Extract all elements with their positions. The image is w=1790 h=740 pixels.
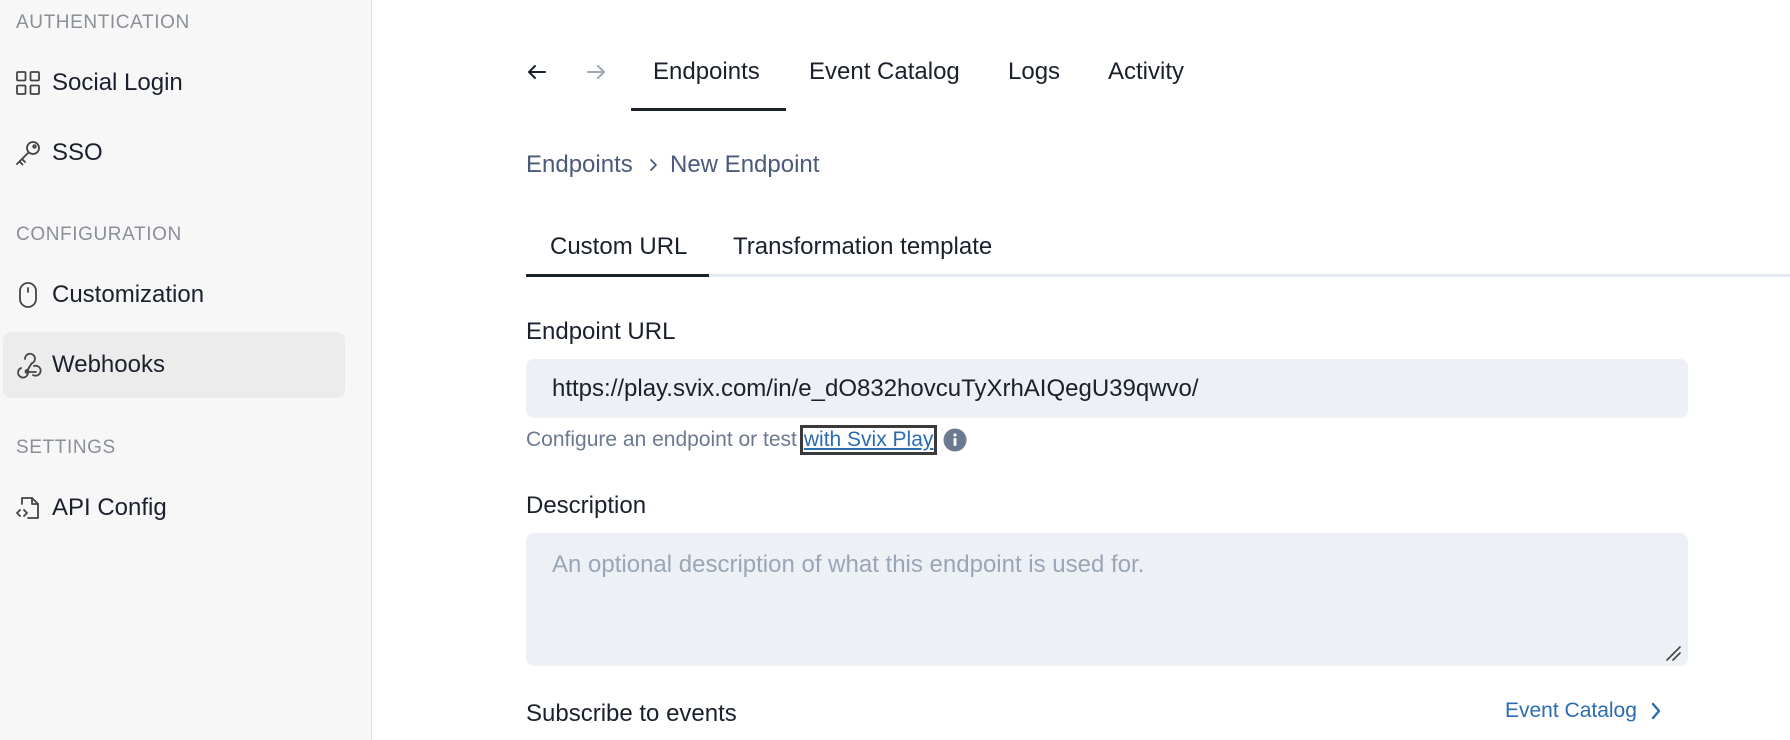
arrow-left-icon: [525, 60, 549, 89]
tab-activity[interactable]: Activity: [1108, 58, 1184, 86]
event-catalog-link[interactable]: Event Catalog: [1505, 699, 1663, 723]
sidebar-item-webhooks[interactable]: Webhooks: [3, 332, 345, 398]
sidebar: AUTHENTICATION Social Login SSO CONFIGUR…: [0, 0, 372, 740]
sidebar-item-api-config[interactable]: API Config: [3, 475, 345, 541]
sidebar-item-label: API Config: [52, 494, 167, 521]
subtab-custom-url[interactable]: Custom URL: [550, 233, 687, 261]
section-label-settings: SETTINGS: [16, 437, 116, 458]
grid-icon: [13, 68, 43, 98]
chevron-right-icon: [1649, 700, 1663, 722]
endpoint-help-text: Configure an endpoint or test with Svix …: [526, 425, 967, 455]
tab-event-catalog[interactable]: Event Catalog: [809, 58, 960, 86]
tab-endpoints[interactable]: Endpoints: [653, 58, 760, 86]
event-catalog-link-label: Event Catalog: [1505, 699, 1637, 722]
active-subtab-indicator: [526, 274, 709, 277]
back-button[interactable]: [519, 56, 555, 92]
subtabs-divider: [526, 274, 1790, 277]
help-text: Configure an endpoint or test: [526, 428, 797, 451]
sidebar-item-label: SSO: [52, 139, 103, 166]
description-label: Description: [526, 492, 647, 519]
file-code-icon: [13, 493, 43, 523]
section-label-authentication: AUTHENTICATION: [16, 12, 190, 33]
breadcrumb-current: New Endpoint: [670, 151, 820, 178]
forward-button[interactable]: [578, 56, 614, 92]
svix-play-link[interactable]: with Svix Play: [799, 425, 938, 455]
webhook-icon: [13, 350, 43, 380]
description-textarea[interactable]: [526, 533, 1688, 666]
chevron-right-icon: [647, 155, 661, 180]
section-label-configuration: CONFIGURATION: [16, 224, 182, 245]
key-icon: [13, 138, 43, 168]
subtab-transformation-template[interactable]: Transformation template: [733, 233, 992, 261]
subscribe-events-label: Subscribe to events: [526, 700, 737, 727]
sidebar-item-customization[interactable]: Customization: [3, 262, 345, 328]
sidebar-item-label: Social Login: [52, 69, 183, 96]
active-tab-indicator: [631, 108, 786, 111]
mouse-icon: [13, 280, 43, 310]
sidebar-item-social-login[interactable]: Social Login: [3, 50, 345, 116]
sidebar-item-label: Customization: [52, 281, 205, 308]
sidebar-item-label: Webhooks: [52, 351, 165, 378]
endpoint-url-input[interactable]: [526, 359, 1688, 418]
sidebar-item-sso[interactable]: SSO: [3, 120, 345, 186]
breadcrumb-parent[interactable]: Endpoints: [526, 151, 633, 179]
info-icon[interactable]: [943, 428, 967, 452]
tab-logs[interactable]: Logs: [1008, 58, 1060, 86]
resize-handle-icon[interactable]: [1664, 644, 1682, 667]
arrow-right-icon: [584, 60, 608, 89]
endpoint-url-label: Endpoint URL: [526, 318, 676, 345]
